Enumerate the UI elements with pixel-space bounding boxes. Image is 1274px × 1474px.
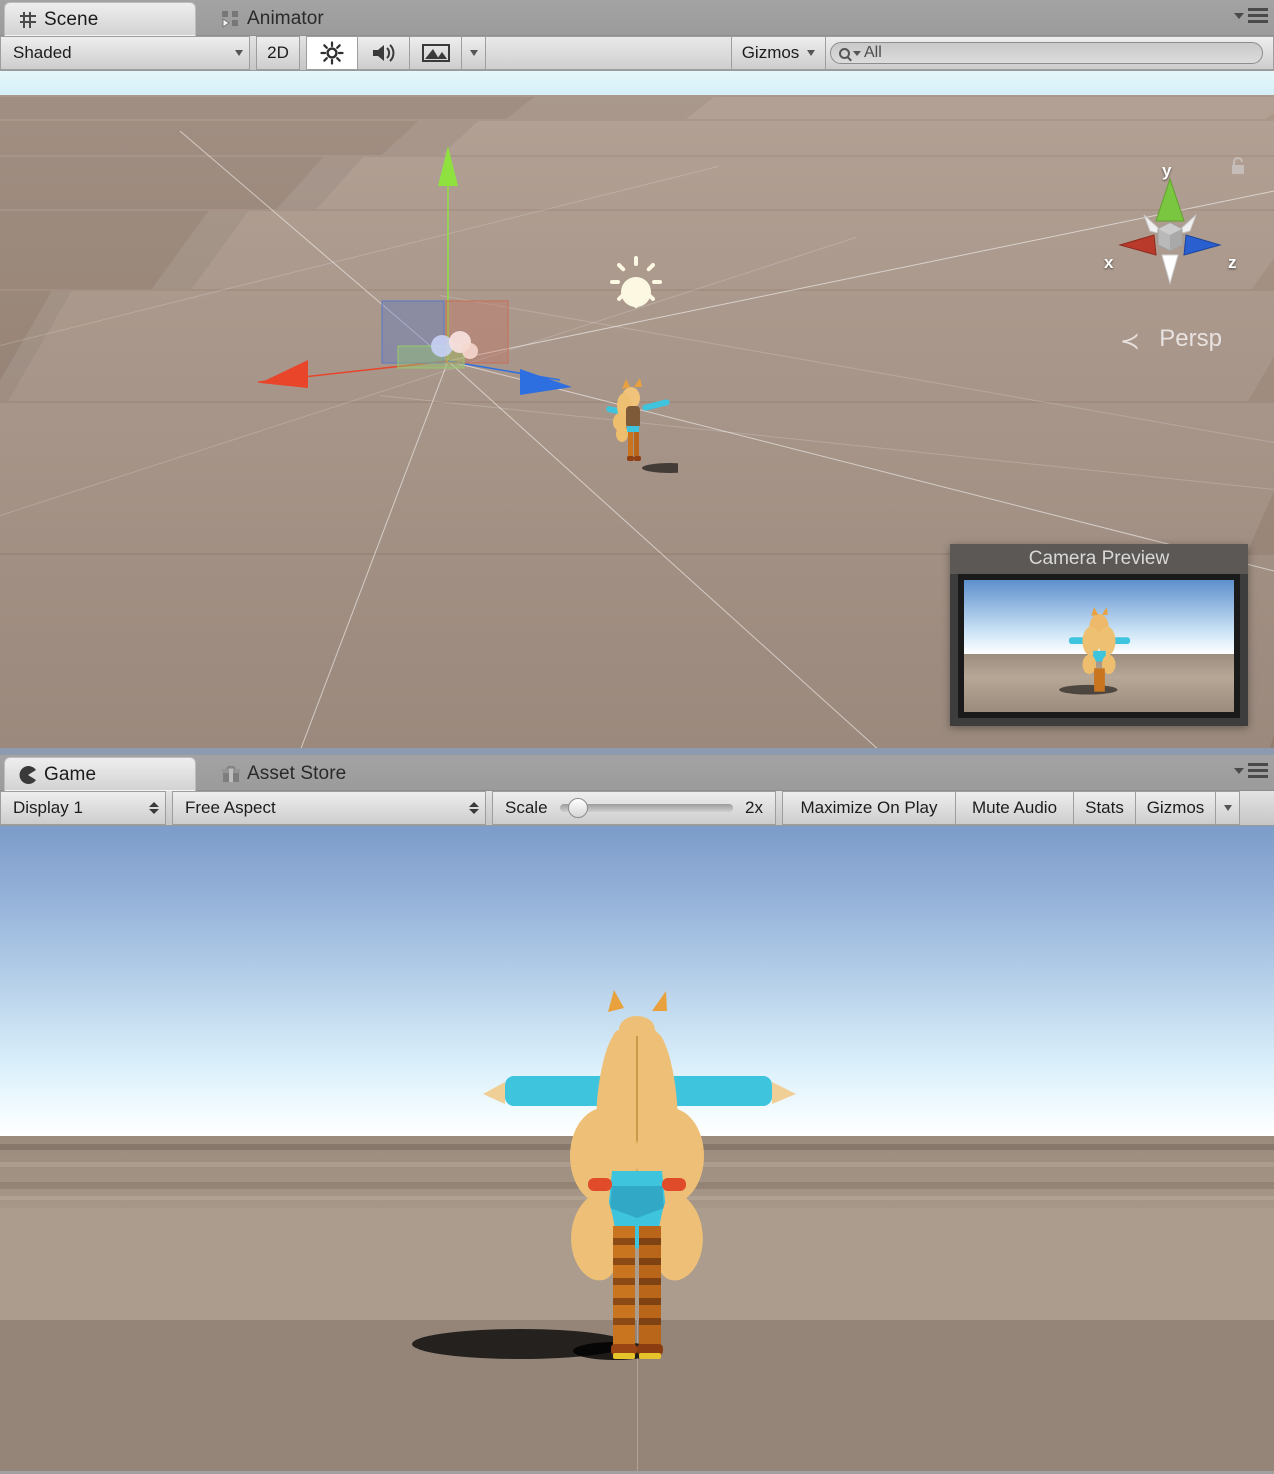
panel-menu-icon [1248, 8, 1268, 23]
tab-asset-store[interactable]: Asset Store [208, 757, 362, 791]
display-dropdown[interactable]: Display 1 [0, 791, 166, 825]
game-panel-menu-button[interactable] [1234, 763, 1268, 778]
chevron-down-icon [1234, 12, 1244, 19]
chevron-down-icon [807, 50, 816, 56]
maximize-on-play-label: Maximize On Play [800, 798, 938, 817]
hair-tie-right [662, 1178, 686, 1191]
scene-tabbar: Scene Animator [0, 0, 1274, 36]
tab-scene[interactable]: Scene [4, 2, 196, 36]
game-gizmos-label: Gizmos [1146, 798, 1205, 817]
tab-game[interactable]: Game [4, 757, 196, 791]
maximize-on-play-button[interactable]: Maximize On Play [782, 791, 956, 825]
search-input[interactable]: All [830, 42, 1263, 64]
image-icon [421, 43, 450, 63]
search-value: All [864, 44, 882, 61]
gizmo-y-cone [438, 146, 458, 186]
toolbar-filler [486, 36, 732, 70]
mute-audio-label: Mute Audio [971, 798, 1058, 817]
camera-preview-render [964, 580, 1234, 712]
gizmos-label: Gizmos [741, 43, 800, 62]
gizmo-x-label: x [1104, 253, 1114, 272]
tab-animator-label: Animator [247, 8, 324, 29]
mute-audio-button[interactable]: Mute Audio [956, 791, 1074, 825]
panel-menu-icon [1248, 763, 1268, 778]
scale-slider-knob[interactable] [568, 798, 589, 818]
hair-horn-right [652, 991, 667, 1011]
gizmo-x-cone [260, 360, 308, 388]
tab-scene-label: Scene [44, 8, 99, 30]
camera-preview-body [958, 574, 1240, 718]
display-label: Display 1 [13, 798, 83, 817]
tab-game-label: Game [44, 763, 97, 785]
game-gizmos-button[interactable]: Gizmos [1136, 791, 1216, 825]
scene-toolbar: Shaded 2D Gizmos All [0, 36, 1274, 71]
scale-label: Scale [505, 798, 548, 817]
gizmo-y-cone [1155, 177, 1185, 222]
tab-asset-store-label: Asset Store [247, 763, 347, 784]
stepper-icon [149, 802, 159, 814]
animator-icon [222, 10, 240, 28]
search-container: All [826, 36, 1274, 70]
chevron-down-icon [1223, 805, 1232, 811]
game-character [412, 990, 796, 1360]
toggle-2d-label: 2D [267, 43, 289, 62]
search-icon [839, 47, 850, 59]
hair-horn-left [608, 990, 624, 1012]
draw-mode-dropdown[interactable]: Shaded [0, 36, 250, 70]
sun-icon [320, 41, 344, 65]
scene-character[interactable] [598, 376, 698, 476]
camera-preview-title: Camera Preview [950, 544, 1248, 574]
preview-character [1059, 607, 1131, 695]
scale-slider-group[interactable]: Scale 2x [492, 791, 776, 825]
game-tabbar: Game Asset Store [0, 755, 1274, 791]
toggle-2d-button[interactable]: 2D [256, 36, 300, 70]
gizmo-y-label: y [1162, 161, 1172, 180]
gizmo-neg-y [1161, 254, 1179, 285]
tab-animator[interactable]: Animator [208, 2, 340, 36]
move-gizmo[interactable] [220, 146, 780, 506]
game-viewport[interactable] [0, 826, 1274, 1471]
speaker-icon [371, 42, 397, 64]
chevron-down-icon [469, 50, 478, 56]
game-icon [19, 765, 37, 784]
game-gizmos-dropdown[interactable] [1216, 791, 1240, 825]
gizmos-toggle-button[interactable]: Gizmos [732, 36, 826, 70]
game-panel: Game Asset Store Display 1 Free Aspect S… [0, 755, 1274, 1474]
unlock-icon[interactable] [1230, 157, 1246, 175]
chevron-down-icon [853, 50, 861, 56]
gizmo-z-label: z [1228, 253, 1237, 272]
audio-toggle-button[interactable] [358, 36, 410, 70]
stats-button[interactable]: Stats [1074, 791, 1136, 825]
scene-panel: Scene Animator Shaded 2D Gizmos All y x … [0, 0, 1274, 748]
orientation-gizmo[interactable]: y x z [1100, 161, 1240, 309]
effects-toggle-button[interactable] [410, 36, 462, 70]
aspect-label: Free Aspect [185, 798, 276, 817]
game-toolbar: Display 1 Free Aspect Scale 2x Maximize … [0, 791, 1274, 826]
asset-store-icon [222, 765, 240, 783]
lighting-toggle-button[interactable] [306, 36, 358, 70]
scale-slider-track[interactable] [559, 798, 734, 818]
gizmo-x-cone [1118, 234, 1157, 256]
effects-dropdown-button[interactable] [462, 36, 486, 70]
projection-toggle-arrow[interactable]: ≺ [1120, 327, 1140, 356]
panel-divider[interactable] [0, 748, 1274, 755]
grid-icon [19, 11, 37, 29]
scale-value: 2x [745, 798, 763, 817]
stats-label: Stats [1085, 798, 1124, 817]
scene-panel-menu-button[interactable] [1234, 8, 1268, 23]
hair-tie-left [588, 1178, 612, 1191]
chevron-down-icon [235, 50, 243, 56]
draw-mode-label: Shaded [13, 43, 72, 62]
chevron-down-icon [1234, 767, 1244, 774]
stepper-icon [469, 802, 479, 814]
gizmo-z-cone [1183, 234, 1222, 256]
projection-label[interactable]: Persp [1159, 325, 1222, 353]
directional-light-icon [600, 256, 672, 328]
camera-preview-panel: Camera Preview [950, 544, 1248, 726]
gizmo-z-cone [520, 369, 572, 395]
scene-viewport[interactable]: y x z ≺ Persp Camera Preview [0, 71, 1274, 748]
aspect-dropdown[interactable]: Free Aspect [172, 791, 486, 825]
